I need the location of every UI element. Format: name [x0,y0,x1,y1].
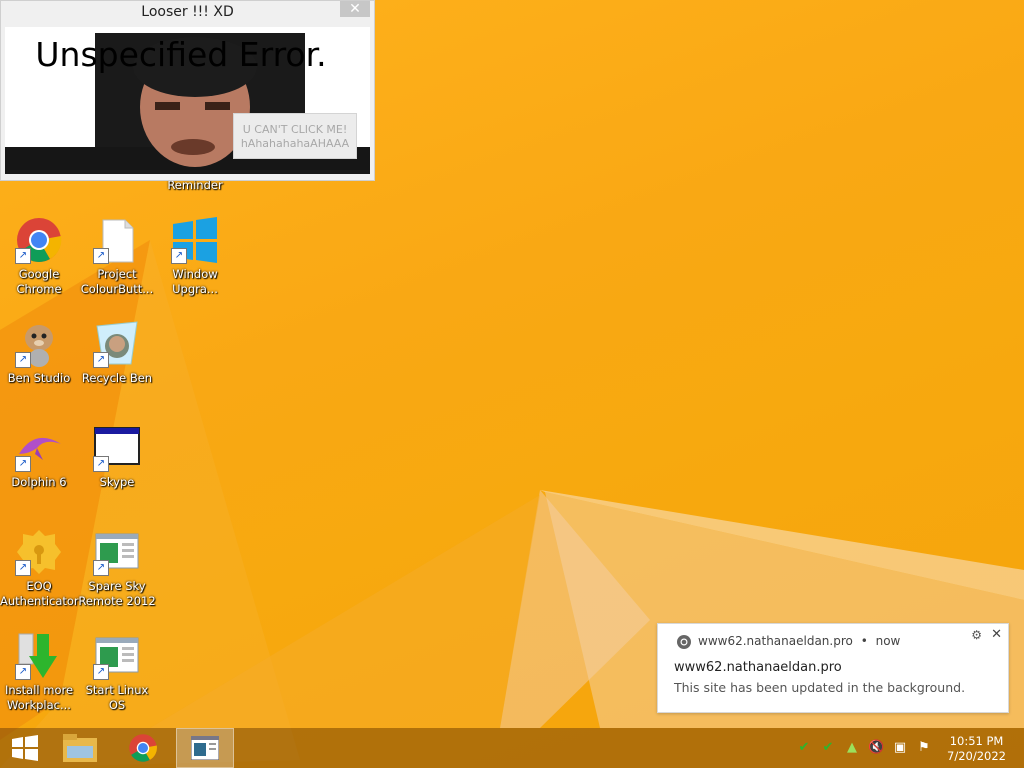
shortcut-arrow-icon: ↗ [93,248,109,264]
shortcut-arrow-icon: ↗ [93,352,109,368]
chrome-small-icon [677,635,691,649]
clock-time: 10:51 PM [949,734,1004,748]
desktop-icon-label: Skype [99,475,135,489]
app-window-icon [191,736,219,760]
chrome-notification[interactable]: www62.nathanaeldan.pro • now ⚙ ✕ www62.n… [657,623,1009,713]
download-arrow-icon: ↗ [15,632,63,680]
network-icon[interactable]: ▲ [844,740,860,756]
file-icon: ↗ [93,216,141,264]
volume-muted-icon[interactable]: 🔇 [868,740,884,756]
taskbar-chrome[interactable] [118,728,168,768]
desktop-icon-ben-studio[interactable]: ↗ Ben Studio [0,320,78,386]
error-title: Unspecified Error. [35,35,327,74]
notification-header: www62.nathanaeldan.pro • now [698,634,900,648]
shortcut-arrow-icon: ↗ [171,248,187,264]
shortcut-arrow-icon: ↗ [93,560,109,576]
windows-logo-icon [12,735,38,761]
desktop-icon-label: Authenticator [0,594,79,608]
desktop-icon-label: Remote 2012 [78,594,156,608]
system-tray: ✔ ✔ ▲ 🔇 ▣ ⚑ 10:51 PM 7/20/2022 [794,728,1024,768]
desktop-icon-skype[interactable]: ↗ Skype [78,424,156,490]
notification-site: www62.nathanaeldan.pro [698,634,853,648]
network-status-icon[interactable]: ▣ [892,740,908,756]
notification-separator: • [860,634,868,648]
desktop-icon-label: EOQ [26,579,52,593]
window-close-button[interactable]: ✕ [340,1,370,17]
desktop-icon-spare-sky-remote[interactable]: ↗ Spare Sky Remote 2012 [78,528,156,609]
notification-close-icon[interactable]: ✕ [991,627,1002,642]
desktop-icon-label: Workplac... [7,698,71,712]
desktop-icon-label: Recycle Ben [81,371,153,385]
desktop-icon-dolphin-6[interactable]: ↗ Dolphin 6 [0,424,78,490]
desktop-icon-label: Upgra... [172,282,218,296]
taskbar: ✔ ✔ ▲ 🔇 ▣ ⚑ 10:51 PM 7/20/2022 [0,728,1024,768]
shortcut-arrow-icon: ↗ [15,560,31,576]
shortcut-arrow-icon: ↗ [15,456,31,472]
security-check-icon[interactable]: ✔ [820,740,836,756]
prank-window: Looser !!! XD ✕ Unspecified Error. U CAN… [0,0,375,181]
desktop-icon-label: Google [18,267,60,281]
desktop-icon-eoq-authenticator[interactable]: ↗ EOQ Authenticator [0,528,79,609]
app-window-icon: ↗ [93,632,141,680]
window-client-area: Unspecified Error. U CAN'T CLICK ME! hAh… [5,27,370,174]
start-button[interactable] [0,728,50,768]
desktop-icon-label: ColourButt... [80,282,154,296]
app-window-icon: ↗ [93,528,141,576]
desktop-icon-label: Ben Studio [7,371,71,385]
chrome-icon [129,734,157,762]
desktop-icon-project-colourbutt[interactable]: ↗ Project ColourButt... [78,216,156,297]
shortcut-arrow-icon: ↗ [15,248,31,264]
taskbar-active-app[interactable] [176,728,234,768]
desktop-icon-label: Install more [4,683,74,697]
button-label-line1: U CAN'T CLICK ME! [242,123,348,136]
desktop-icon-label: Project [97,267,137,281]
folder-icon [63,734,97,762]
desktop-icon-label: OS [108,698,126,712]
recycle-ben-icon: ↗ [93,320,141,368]
window-title: Looser !!! XD [141,4,234,20]
cant-click-me-button[interactable]: U CAN'T CLICK ME! hAhahahahaAHAAA [233,113,357,159]
shortcut-arrow-icon: ↗ [15,664,31,680]
shortcut-arrow-icon: ↗ [93,456,109,472]
shortcut-arrow-icon: ↗ [15,352,31,368]
desktop-icon-label: Chrome [16,282,62,296]
shortcut-arrow-icon: ↗ [93,664,109,680]
dolphin-icon: ↗ [15,424,63,472]
gear-icon: ↗ [15,528,63,576]
clock[interactable]: 10:51 PM 7/20/2022 [947,734,1006,764]
notification-body: This site has been updated in the backgr… [674,680,966,695]
desktop-icon-window-upgrade[interactable]: ↗ Window Upgra... [156,216,234,297]
clock-date: 7/20/2022 [947,749,1006,763]
window-icon: ↗ [93,424,141,472]
notification-settings-icon[interactable]: ⚙ [971,628,982,642]
notification-time: now [875,634,901,648]
desktop-icon-google-chrome[interactable]: ↗ Google Chrome [0,216,78,297]
action-center-flag-icon[interactable]: ⚑ [916,740,932,756]
desktop-icon-recycle-ben[interactable]: ↗ Recycle Ben [78,320,156,386]
notification-title: www62.nathanaeldan.pro [674,660,842,675]
desktop-icon-label: Spare Sky [88,579,146,593]
chrome-icon: ↗ [15,216,63,264]
security-check-icon[interactable]: ✔ [796,740,812,756]
taskbar-file-explorer[interactable] [55,728,105,768]
windows-logo-icon: ↗ [171,216,219,264]
dog-icon: ↗ [15,320,63,368]
desktop-icon-install-more[interactable]: ↗ Install more Workplac... [0,632,78,713]
desktop-icon-label: Start Linux [85,683,149,697]
desktop-icon-start-linux-os[interactable]: ↗ Start Linux OS [78,632,156,713]
desktop-icon-label: Window [172,267,218,281]
desktop-icon-label: Dolphin 6 [11,475,67,489]
button-label-line2: hAhahahahaAHAAA [240,137,350,150]
